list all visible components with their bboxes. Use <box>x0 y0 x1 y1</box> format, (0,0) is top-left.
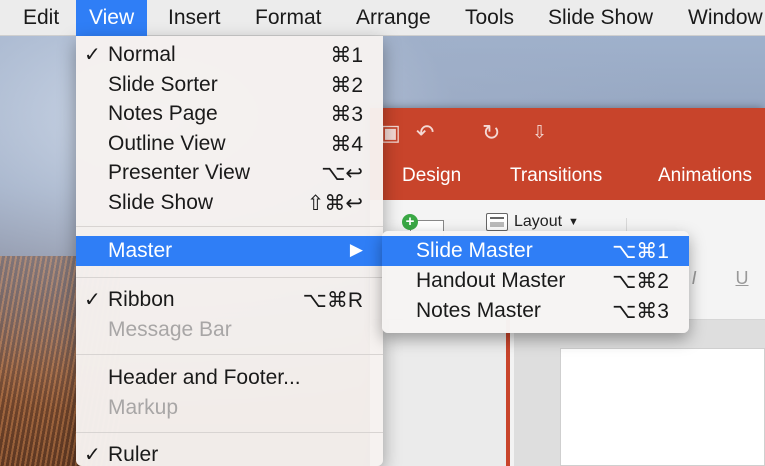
chevron-down-icon: ▼ <box>568 216 579 228</box>
menu-item-outline-view[interactable]: Outline View ⌘4 <box>76 129 383 159</box>
menu-item-shortcut: ⌥⌘2 <box>612 270 669 293</box>
menu-item-markup: Markup <box>76 393 383 423</box>
master-submenu: Slide Master ⌥⌘1 Handout Master ⌥⌘2 Note… <box>382 231 689 333</box>
menubar-edit[interactable]: Edit <box>10 0 72 36</box>
menu-item-normal[interactable]: ✓ Normal ⌘1 <box>76 40 383 70</box>
menu-item-shortcut: ⌘2 <box>330 74 363 97</box>
slide-thumbnail-panel[interactable] <box>370 320 510 466</box>
menu-separator <box>76 432 383 433</box>
menu-item-label: Handout Master <box>416 269 566 292</box>
submenu-item-handout-master[interactable]: Handout Master ⌥⌘2 <box>382 266 689 296</box>
menu-item-label: Master <box>108 239 173 262</box>
menu-item-label: Slide Sorter <box>108 73 218 96</box>
menu-item-label: Outline View <box>108 132 226 155</box>
redo-icon[interactable]: ↻ <box>482 120 500 146</box>
view-menu: ✓ Normal ⌘1 Slide Sorter ⌘2 Notes Page ⌘… <box>76 36 383 466</box>
ppt-ribbon-tabs: Design Transitions Animations <box>370 158 765 200</box>
menu-item-ruler[interactable]: ✓ Ruler <box>76 440 383 466</box>
selected-slide-indicator <box>506 320 510 466</box>
menu-item-slide-sorter[interactable]: Slide Sorter ⌘2 <box>76 70 383 100</box>
menu-item-presenter-view[interactable]: Presenter View ⌥↩ <box>76 158 383 188</box>
menu-item-label: Message Bar <box>108 318 232 341</box>
submenu-item-slide-master[interactable]: Slide Master ⌥⌘1 <box>382 236 689 266</box>
menu-item-label: Ribbon <box>108 288 175 311</box>
slide-page[interactable] <box>560 348 765 466</box>
menu-item-label: Notes Master <box>416 299 541 322</box>
menu-item-shortcut: ⌘1 <box>330 44 363 67</box>
submenu-arrow-icon: ▶ <box>349 240 363 259</box>
menu-item-master[interactable]: Master ▶ <box>76 236 383 266</box>
menu-bar: Edit View Insert Format Arrange Tools Sl… <box>0 0 765 36</box>
menu-item-shortcut: ⌘3 <box>330 103 363 126</box>
submenu-item-notes-master[interactable]: Notes Master ⌥⌘3 <box>382 296 689 326</box>
menu-item-shortcut: ⌥⌘3 <box>612 300 669 323</box>
ppt-title-bar: ▣ ↶ ↻ ⇩ <box>370 108 765 158</box>
menubar-window[interactable]: Window <box>675 0 765 36</box>
menu-item-label: Slide Master <box>416 239 533 262</box>
tab-animations[interactable]: Animations <box>658 158 752 200</box>
menubar-arrange[interactable]: Arrange <box>343 0 444 36</box>
menu-item-slide-show[interactable]: Slide Show ⇧⌘↩ <box>76 188 383 218</box>
menu-item-label: Ruler <box>108 443 159 466</box>
underline-button[interactable]: U <box>728 264 756 292</box>
menu-separator <box>76 226 383 227</box>
menubar-format[interactable]: Format <box>242 0 335 36</box>
menu-item-label: Slide Show <box>108 191 214 214</box>
menu-item-label: Notes Page <box>108 102 218 125</box>
menubar-slide-show[interactable]: Slide Show <box>535 0 666 36</box>
plus-icon: + <box>402 214 418 230</box>
menu-separator <box>76 277 383 278</box>
checkmark-icon: ✓ <box>84 44 101 66</box>
menu-item-shortcut: ⌥⌘1 <box>612 240 669 263</box>
menu-item-shortcut: ⌘4 <box>330 133 363 156</box>
menubar-insert[interactable]: Insert <box>155 0 234 36</box>
tab-transitions[interactable]: Transitions <box>510 158 602 200</box>
menu-item-shortcut: ⌥⌘R <box>302 289 363 312</box>
menu-item-ribbon[interactable]: ✓ Ribbon ⌥⌘R <box>76 285 383 315</box>
menu-item-label: Markup <box>108 396 179 419</box>
tab-design[interactable]: Design <box>402 158 461 200</box>
menu-item-label: Header and Footer... <box>108 366 301 389</box>
menubar-tools[interactable]: Tools <box>452 0 527 36</box>
menu-item-message-bar: Message Bar <box>76 315 383 345</box>
menu-item-shortcut: ⌥↩ <box>321 162 363 185</box>
menu-item-label: Normal <box>108 43 176 66</box>
menu-item-label: Presenter View <box>108 161 251 184</box>
menu-item-notes-page[interactable]: Notes Page ⌘3 <box>76 99 383 129</box>
menu-item-header-and-footer[interactable]: Header and Footer... <box>76 363 383 393</box>
layout-icon <box>486 213 508 231</box>
menubar-view[interactable]: View <box>76 0 148 36</box>
checkmark-icon: ✓ <box>84 444 101 466</box>
undo-icon[interactable]: ↶ <box>416 120 434 146</box>
customize-toolbar-icon[interactable]: ⇩ <box>532 122 547 143</box>
checkmark-icon: ✓ <box>84 289 101 311</box>
layout-label: Layout <box>514 213 563 230</box>
menu-item-shortcut: ⇧⌘↩ <box>306 192 363 215</box>
save-icon[interactable]: ▣ <box>380 120 401 146</box>
menu-separator <box>76 354 383 355</box>
